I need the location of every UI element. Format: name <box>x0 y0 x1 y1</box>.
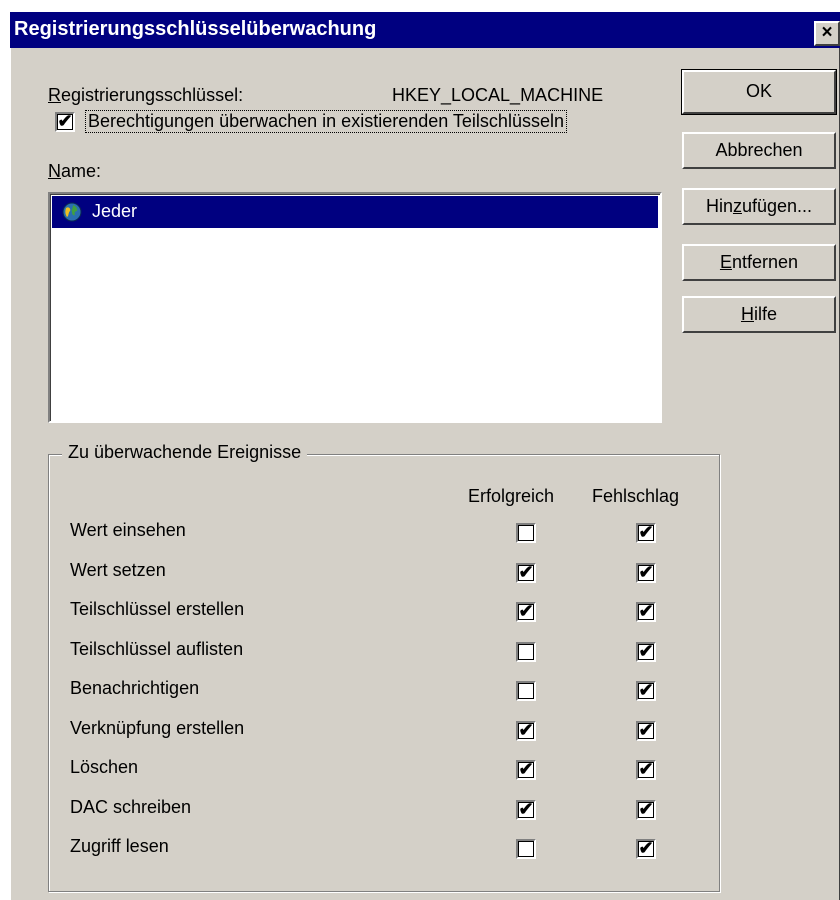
subkeys-checkbox[interactable]: ✔ <box>55 112 75 132</box>
event-label: Teilschlüssel auflisten <box>70 639 244 659</box>
add-button[interactable]: Hinzufügen... <box>682 188 836 225</box>
event-label: DAC schreiben <box>70 797 192 817</box>
check-mark: ✔ <box>518 759 534 779</box>
title-bar: Registrierungsschlüsselüberwachung × <box>10 12 840 48</box>
check-mark: ✔ <box>638 680 654 700</box>
failure-checkbox[interactable]: ✔ <box>636 800 656 820</box>
help-button[interactable]: Hilfe <box>682 296 836 333</box>
failure-checkbox[interactable]: ✔ <box>636 760 656 780</box>
check-mark: ✔ <box>638 838 654 858</box>
event-label: Löschen <box>70 757 139 777</box>
failure-checkbox[interactable]: ✔ <box>636 563 656 583</box>
success-column-header: Erfolgreich <box>468 486 555 506</box>
success-checkbox[interactable]: ✔ <box>516 563 536 583</box>
failure-checkbox[interactable]: ✔ <box>636 681 656 701</box>
check-mark: ✔ <box>57 111 73 131</box>
check-mark: ✔ <box>638 720 654 740</box>
audit-dialog: Registrierungsschlüsselüberwachung × Reg… <box>10 12 840 900</box>
failure-checkbox[interactable]: ✔ <box>636 523 656 543</box>
ok-button[interactable]: OK <box>681 69 837 115</box>
check-mark: ✔ <box>638 759 654 779</box>
name-label: Name: <box>48 161 102 181</box>
check-mark: ✔ <box>518 601 534 621</box>
window-title: Registrierungsschlüsselüberwachung <box>14 18 377 40</box>
failure-checkbox[interactable]: ✔ <box>636 839 656 859</box>
event-label: Zugriff lesen <box>70 836 169 856</box>
subkeys-checkbox-label[interactable]: Berechtigungen überwachen in existierend… <box>85 110 567 133</box>
event-label: Benachrichtigen <box>70 678 200 698</box>
event-label: Wert einsehen <box>70 520 186 540</box>
check-mark: ✔ <box>518 720 534 740</box>
check-mark: ✔ <box>518 562 534 582</box>
close-icon: × <box>821 22 833 43</box>
success-checkbox[interactable]: ✔ <box>516 602 536 622</box>
check-mark: ✔ <box>638 562 654 582</box>
check-mark: ✔ <box>638 601 654 621</box>
close-button[interactable]: × <box>814 21 840 46</box>
event-label: Verknüpfung erstellen <box>70 718 245 738</box>
success-checkbox[interactable] <box>516 681 536 701</box>
name-listbox[interactable]: Jeder <box>48 192 662 423</box>
success-checkbox[interactable] <box>516 523 536 543</box>
success-checkbox[interactable] <box>516 642 536 662</box>
remove-button[interactable]: Entfernen <box>682 244 836 281</box>
registry-key-value: HKEY_LOCAL_MACHINE <box>392 85 604 105</box>
event-label: Wert setzen <box>70 560 166 580</box>
failure-checkbox[interactable]: ✔ <box>636 721 656 741</box>
check-mark: ✔ <box>638 799 654 819</box>
failure-column-header: Fehlschlag <box>592 486 680 506</box>
failure-checkbox[interactable]: ✔ <box>636 602 656 622</box>
list-item-label: Jeder <box>92 201 138 221</box>
list-item[interactable]: Jeder <box>52 196 658 228</box>
globe-icon <box>62 202 82 222</box>
check-mark: ✔ <box>638 522 654 542</box>
events-group-title: Zu überwachende Ereignisse <box>62 442 308 463</box>
success-checkbox[interactable]: ✔ <box>516 721 536 741</box>
success-checkbox[interactable]: ✔ <box>516 800 536 820</box>
failure-checkbox[interactable]: ✔ <box>636 642 656 662</box>
event-label: Teilschlüssel erstellen <box>70 599 245 619</box>
success-checkbox[interactable] <box>516 839 536 859</box>
cancel-button[interactable]: Abbrechen <box>682 132 836 169</box>
check-mark: ✔ <box>638 641 654 661</box>
registry-key-label: Registrierungsschlüssel: <box>48 85 244 105</box>
check-mark: ✔ <box>518 799 534 819</box>
success-checkbox[interactable]: ✔ <box>516 760 536 780</box>
